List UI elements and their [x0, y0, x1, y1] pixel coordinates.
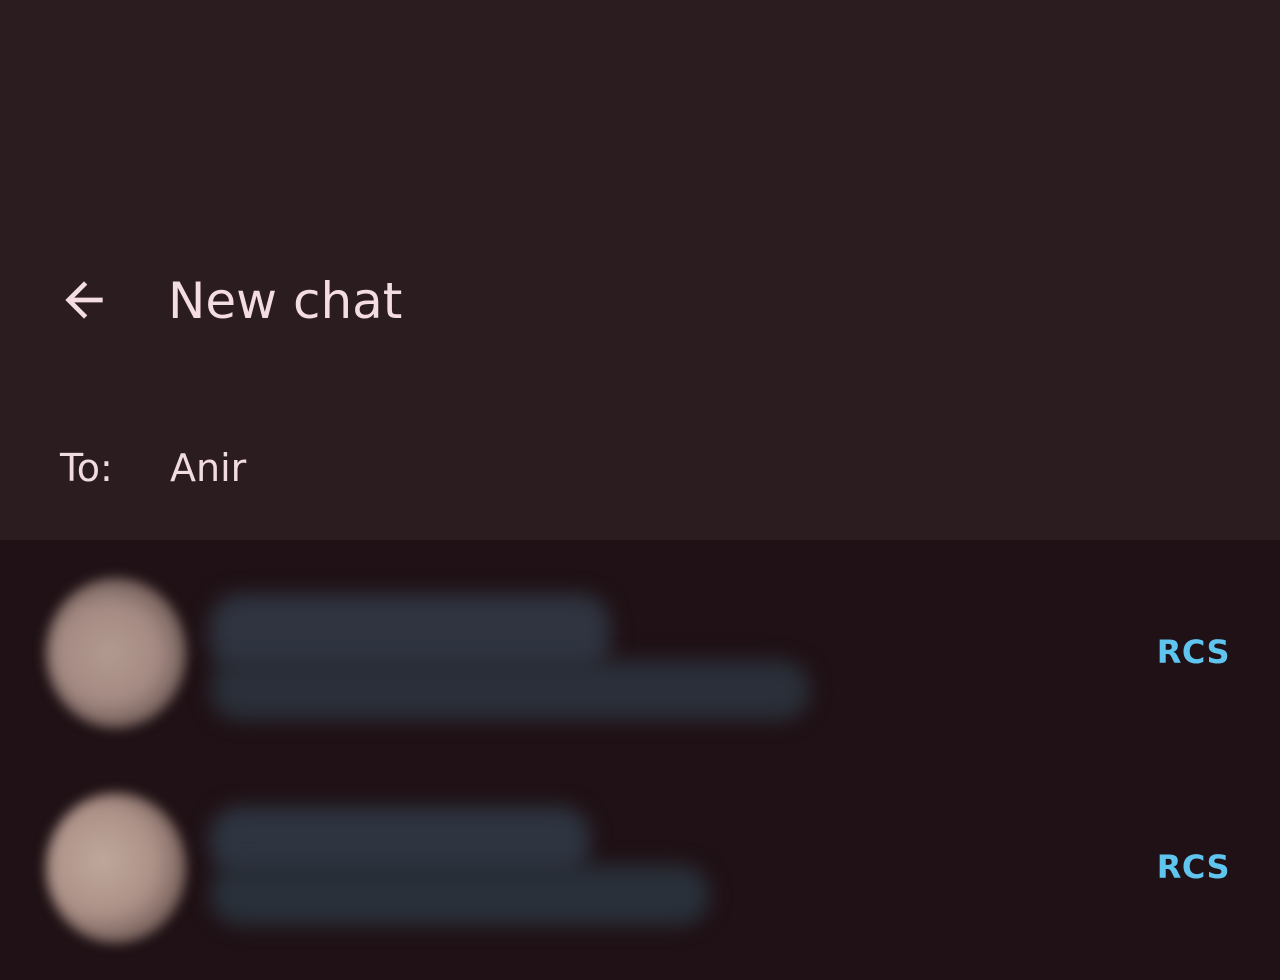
- app-bar: New chat To:: [0, 0, 1280, 540]
- page-title: New chat: [168, 272, 403, 330]
- rcs-badge: RCS: [1156, 848, 1230, 886]
- contact-list-item[interactable]: RCS: [0, 550, 1280, 750]
- contact-suggestions-list: RCS RCS: [0, 540, 1280, 980]
- recipient-label: To:: [60, 446, 113, 490]
- contact-list-item[interactable]: RCS: [0, 765, 1280, 965]
- avatar: [46, 578, 186, 728]
- avatar: [46, 793, 186, 943]
- arrow-left-icon: [65, 281, 103, 319]
- contact-detail-redacted: [210, 660, 810, 720]
- recipient-input[interactable]: [170, 436, 1230, 500]
- contact-detail-redacted: [210, 865, 710, 925]
- back-button[interactable]: [46, 262, 122, 338]
- rcs-badge: RCS: [1156, 633, 1230, 671]
